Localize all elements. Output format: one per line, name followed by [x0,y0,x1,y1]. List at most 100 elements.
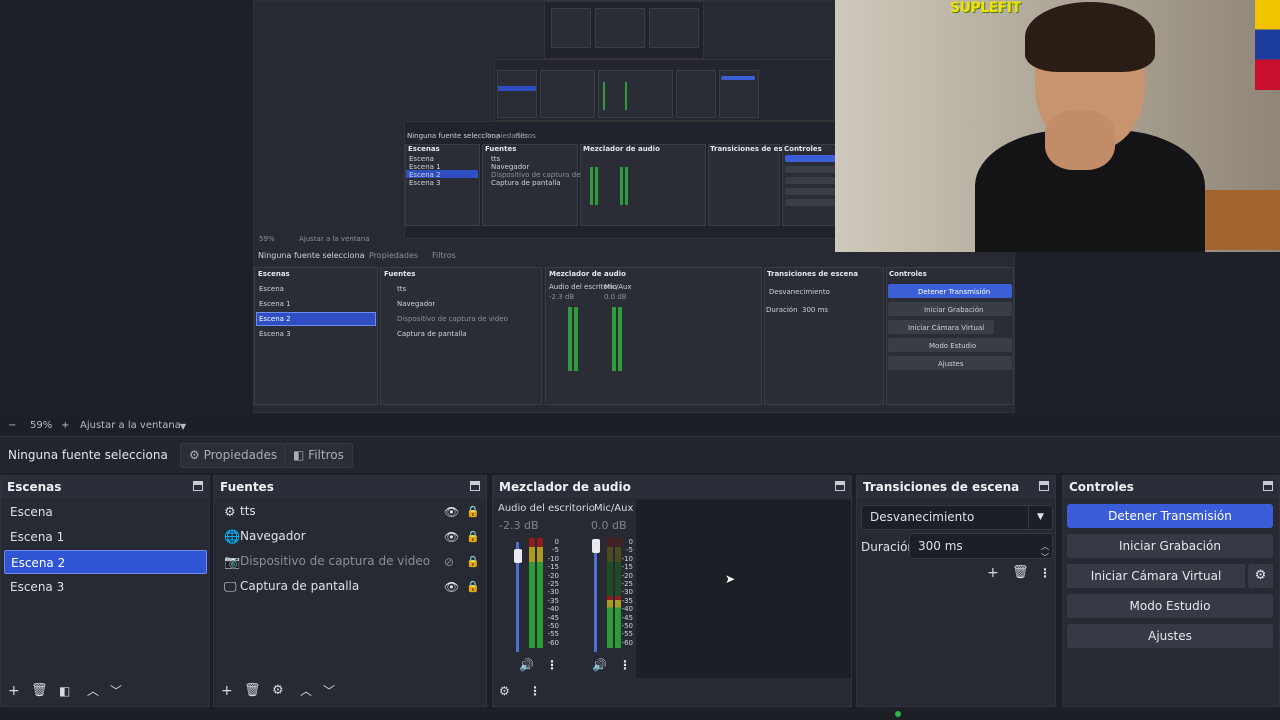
chevron-up-icon[interactable]: ︿ [300,683,312,699]
nested2-source: Captura de pantalla [397,330,467,338]
eye-icon[interactable]: 👁 [444,580,459,594]
source-label: Dispositivo de captura de video [240,554,431,568]
lock-icon[interactable]: 🔒 [466,580,480,593]
filter-icon[interactable]: ◧ [59,683,70,699]
nested2-scene: Escena 1 [259,300,291,308]
scene-item[interactable]: Escena 1 [4,525,207,549]
transitions-dock-header: Transiciones de escena [857,476,1055,498]
studio-mode-button[interactable]: Modo Estudio [1067,594,1273,618]
nested-scene: Escena 3 [409,179,441,187]
eye-icon[interactable]: 👁 [444,530,459,544]
source-label: Navegador [240,529,306,543]
eye-icon[interactable]: 👁 [444,505,459,519]
source-label: Captura de pantalla [240,579,360,593]
scene-item-selected[interactable]: Escena 2 [4,550,207,574]
duration-value: 300 ms [918,539,963,553]
status-indicator-icon [895,711,901,717]
nested2-scene: Escena 3 [259,330,291,338]
nested-scene: Escena [409,155,434,163]
chevron-down-icon[interactable]: ﹀ [323,683,335,699]
chevron-down-icon[interactable]: ▼ [180,422,186,431]
start-virtual-camera-button[interactable]: Iniciar Cámara Virtual [1067,564,1245,588]
no-source-label: Ninguna fuente selecciona [8,448,168,462]
add-icon[interactable]: + [987,565,999,581]
nested2-btn-settings: Ajustes [938,360,964,368]
undock-icon[interactable] [1263,481,1273,491]
nested-source: Captura de pantalla [491,179,561,187]
nested2-chan2: Mic/Aux [604,283,632,291]
undock-icon[interactable] [835,481,845,491]
undock-icon[interactable] [470,481,480,491]
nested2-duration-label: Duración [766,306,798,314]
controls-dock-header: Controles [1063,476,1279,498]
transitions-title: Transiciones de escena [863,480,1020,494]
settings-button[interactable]: Ajustes [1067,624,1273,648]
zoom-in-button[interactable]: + [61,420,69,431]
nested2-scene: Escena [259,285,284,293]
nested2-source-label: Ninguna fuente selecciona [258,251,365,260]
nested2-mixer-title: Mezclador de audio [549,270,626,278]
nested-zoom-label: 59% [259,235,275,243]
more-options-icon[interactable]: ⋮ [1039,565,1051,581]
controls-dock: Controles Detener Transmisión Iniciar Gr… [1062,475,1280,707]
nested2-controls-title: Controles [889,270,927,278]
zoom-out-button[interactable]: − [8,420,16,431]
preview-area[interactable]: Ninguna fuente selecciona Propiedades Fi… [0,0,1280,417]
start-recording-button[interactable]: Iniciar Grabación [1067,534,1273,558]
add-icon[interactable]: + [221,683,233,699]
undock-icon[interactable] [193,481,203,491]
eye-hidden-icon[interactable]: ⊘ [444,555,454,569]
lock-icon[interactable]: 🔒 [466,555,480,568]
fader-handle[interactable] [592,539,600,553]
trash-icon[interactable]: 🗑 [244,683,261,699]
nested2-source: Dispositivo de captura de video [397,315,508,323]
transition-select[interactable]: Desvanecimiento ▼ [861,505,1053,530]
scene-item[interactable]: Escena 3 [4,575,207,599]
level-meter-fill [607,596,613,648]
nested-preview-3 [544,1,704,59]
filters-button[interactable]: ◧ Filtros [284,443,353,468]
more-options-icon[interactable]: ⋮ [529,683,541,699]
undock-icon[interactable] [1039,481,1049,491]
lock-icon[interactable]: 🔒 [466,505,480,518]
duration-input[interactable]: 300 ms ︿ ﹀ [909,533,1053,562]
gear-icon[interactable]: ⚙ [499,683,510,699]
nested2-btn-record: Iniciar Grabación [924,306,984,314]
nested-scene: Escena 2 [409,171,441,179]
more-options-icon[interactable]: ⋮ [619,658,631,672]
properties-button[interactable]: ⚙ Propiedades [180,443,287,468]
person-image [975,2,1205,252]
mixer-toolbar: ⚙ ⋮ [493,678,851,706]
nested2-source: Navegador [397,300,436,308]
chevron-up-icon[interactable]: ︿ [87,683,99,699]
mixer-title: Mezclador de audio [499,480,631,494]
gear-icon[interactable]: ⚙ [1248,564,1273,588]
gear-icon[interactable]: ⚙ [272,683,284,699]
trash-icon[interactable]: 🗑 [31,683,48,699]
trash-icon[interactable]: 🗑 [1012,565,1029,581]
db-scale: 0 -5 -10 -15 -20 -25 -30 -35 -40 -45 -50 -55 -60 [547,538,559,647]
more-options-icon[interactable]: ⋮ [546,658,558,672]
level-meter [529,538,535,648]
zoom-bar: − 59% + Ajustar a la ventana ▼ [0,417,1280,436]
sources-toolbar: + 🗑 ⚙ ︿ ﹀ [214,678,486,706]
stop-streaming-button[interactable]: Detener Transmisión [1067,504,1273,528]
status-bar [0,708,1280,720]
chevron-down-icon[interactable]: ﹀ [110,683,122,699]
nested-controls-title: Controles [784,145,822,153]
speaker-icon[interactable]: 🔊 [519,658,534,672]
fit-window-select[interactable]: Ajustar a la ventana [80,420,181,431]
nested2-props-label: Propiedades [369,251,419,260]
fader-handle[interactable] [514,549,522,563]
lock-icon[interactable]: 🔒 [466,530,480,543]
nested2-sources-title: Fuentes [384,270,416,278]
webcam-source: SUPLEFIT [835,0,1280,252]
add-icon[interactable]: + [8,683,20,699]
scene-item[interactable]: Escena [4,500,207,524]
volume-fader[interactable] [594,542,597,652]
speaker-icon[interactable]: 🔊 [592,658,607,672]
nested2-scene: Escena 2 [259,315,291,323]
nested2-scenes-title: Escenas [258,270,290,278]
chevron-down-icon[interactable]: ▼ [1028,506,1052,529]
db-scale: 0 -5 -10 -15 -20 -25 -30 -35 -40 -45 -50 -55 -60 [621,538,633,647]
